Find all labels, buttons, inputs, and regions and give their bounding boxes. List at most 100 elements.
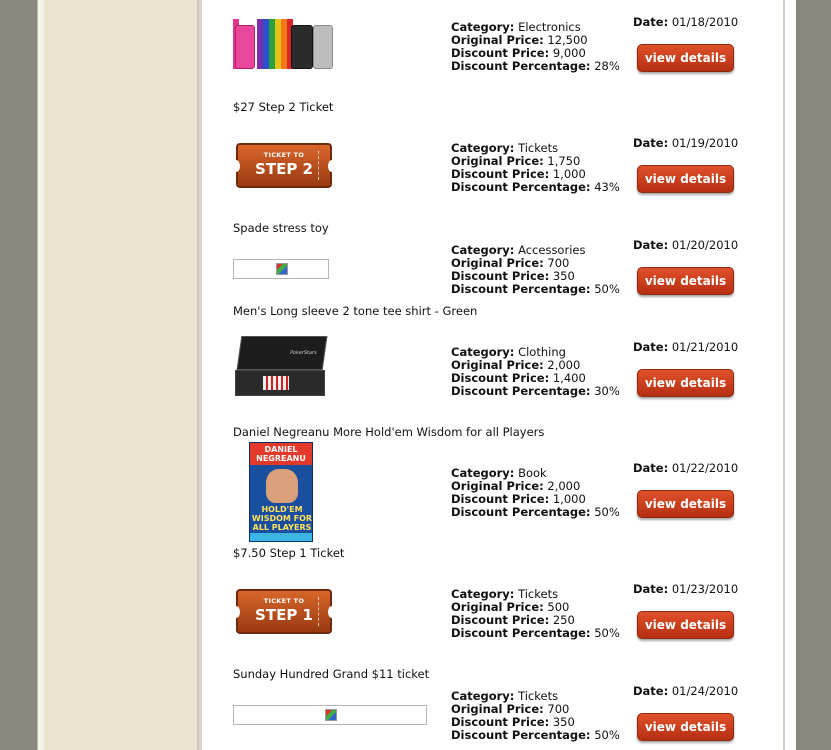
original-price-value: 2,000 — [547, 479, 581, 493]
original-price-value: 700 — [547, 702, 570, 716]
left-sidebar — [44, 0, 199, 750]
item-date: Date: 01/21/2010 — [633, 340, 738, 354]
category-value: Clothing — [518, 345, 566, 359]
date-label: Date: — [633, 684, 669, 698]
date-value: 01/20/2010 — [671, 238, 739, 252]
view-details-button[interactable]: view details — [637, 713, 734, 741]
discount-price-label: Discount Price: — [451, 167, 550, 181]
discount-price-value: 350 — [552, 715, 575, 729]
discount-percentage-value: 30% — [594, 384, 620, 398]
broken-image-icon — [325, 709, 337, 721]
broken-image-icon — [276, 263, 288, 275]
category-value: Tickets — [518, 141, 559, 155]
item-info: Category: Tickets Original Price: 1,750 … — [451, 142, 620, 194]
category-value: Tickets — [518, 689, 559, 703]
discount-price-label: Discount Price: — [451, 269, 550, 283]
product-image[interactable]: TICKET TO STEP 2 — [232, 143, 336, 188]
view-details-button[interactable]: view details — [637, 611, 734, 639]
discount-price-value: 1,400 — [552, 371, 586, 385]
category-label: Category: — [451, 587, 515, 601]
item-title[interactable]: Sunday Hundred Grand $11 ticket — [233, 667, 429, 681]
book-author-photo — [266, 469, 298, 503]
original-price-label: Original Price: — [451, 256, 544, 270]
discount-price-value: 250 — [552, 613, 575, 627]
original-price-value: 2,000 — [547, 358, 581, 372]
ticket-top-text: TICKET TO — [263, 151, 305, 159]
item-title[interactable]: Spade stress toy — [233, 221, 329, 235]
discount-price-label: Discount Price: — [451, 371, 550, 385]
original-price-value: 700 — [547, 256, 570, 270]
category-label: Category: — [451, 466, 515, 480]
case-chips — [263, 376, 289, 390]
item-info: Category: Clothing Original Price: 2,000… — [451, 346, 620, 398]
view-details-button[interactable]: view details — [637, 165, 734, 193]
product-image[interactable]: TICKET TO STEP 1 — [232, 589, 336, 634]
category-label: Category: — [451, 689, 515, 703]
category-label: Category: — [451, 243, 515, 257]
date-label: Date: — [633, 136, 669, 150]
discount-percentage-label: Discount Percentage: — [451, 626, 591, 640]
discount-price-value: 1,000 — [552, 492, 586, 506]
date-value: 01/23/2010 — [671, 582, 739, 596]
book-author-text: DANIEL NEGREANU — [250, 443, 312, 465]
item-date: Date: 01/22/2010 — [633, 461, 738, 475]
discount-percentage-label: Discount Percentage: — [451, 728, 591, 742]
product-image[interactable] — [233, 705, 427, 725]
date-value: 01/21/2010 — [671, 340, 739, 354]
item-title[interactable]: $7.50 Step 1 Ticket — [233, 546, 344, 560]
date-value: 01/24/2010 — [671, 684, 739, 698]
category-label: Category: — [451, 345, 515, 359]
list-item: Sunday Hundred Grand $11 ticket Category… — [0, 0, 831, 742]
original-price-label: Original Price: — [451, 358, 544, 372]
date-label: Date: — [633, 582, 669, 596]
discount-percentage-value: 50% — [594, 728, 620, 742]
discount-percentage-label: Discount Percentage: — [451, 384, 591, 398]
original-price-value: 500 — [547, 600, 570, 614]
discount-percentage-value: 50% — [594, 626, 620, 640]
ticket-text: STEP 2 — [255, 160, 313, 178]
original-price-value: 1,750 — [547, 154, 581, 168]
item-title[interactable]: Daniel Negreanu More Hold'em Wisdom for … — [233, 425, 544, 439]
item-date: Date: 01/20/2010 — [633, 238, 738, 252]
item-info: Category: Book Original Price: 2,000 Dis… — [451, 467, 620, 519]
item-info: Category: Tickets Original Price: 500 Di… — [451, 588, 620, 640]
original-price-label: Original Price: — [451, 600, 544, 614]
item-title[interactable]: Men's Long sleeve 2 tone tee shirt - Gre… — [233, 304, 477, 318]
category-label: Category: — [451, 141, 515, 155]
ticket-text: STEP 1 — [255, 606, 313, 624]
left-edge — [37, 0, 44, 750]
book-bottom-band — [250, 533, 312, 541]
item-date: Date: 01/24/2010 — [633, 684, 738, 698]
item-date: Date: 01/23/2010 — [633, 582, 738, 596]
discount-percentage-label: Discount Percentage: — [451, 505, 591, 519]
discount-percentage-label: Discount Percentage: — [451, 180, 591, 194]
discount-price-value: 1,000 — [552, 167, 586, 181]
item-date: Date: 01/19/2010 — [633, 136, 738, 150]
book-title-text: HOLD'EM WISDOM FOR ALL PLAYERS — [251, 505, 313, 532]
item-title[interactable]: $27 Step 2 Ticket — [233, 100, 333, 114]
discount-price-value: 350 — [552, 269, 575, 283]
view-details-button[interactable]: view details — [637, 267, 734, 295]
product-image[interactable] — [233, 259, 329, 279]
category-value: Tickets — [518, 587, 559, 601]
category-value: Accessories — [518, 243, 586, 257]
ticket-stub — [318, 597, 326, 626]
original-price-label: Original Price: — [451, 154, 544, 168]
discount-percentage-label: Discount Percentage: — [451, 282, 591, 296]
product-image[interactable]: PokerStars — [233, 334, 331, 400]
discount-price-label: Discount Price: — [451, 613, 550, 627]
column-divider — [199, 0, 202, 750]
ticket-stub — [318, 151, 326, 180]
date-label: Date: — [633, 340, 669, 354]
right-border — [783, 0, 796, 750]
item-info: Category: Tickets Original Price: 700 Di… — [451, 690, 620, 742]
original-price-label: Original Price: — [451, 479, 544, 493]
discount-price-label: Discount Price: — [451, 492, 550, 506]
discount-percentage-value: 50% — [594, 505, 620, 519]
date-label: Date: — [633, 238, 669, 252]
item-info: Category: Accessories Original Price: 70… — [451, 244, 620, 296]
discount-percentage-value: 43% — [594, 180, 620, 194]
view-details-button[interactable]: view details — [637, 369, 734, 397]
product-image[interactable]: DANIEL NEGREANU HOLD'EM WISDOM FOR ALL P… — [249, 442, 313, 542]
view-details-button[interactable]: view details — [637, 490, 734, 518]
